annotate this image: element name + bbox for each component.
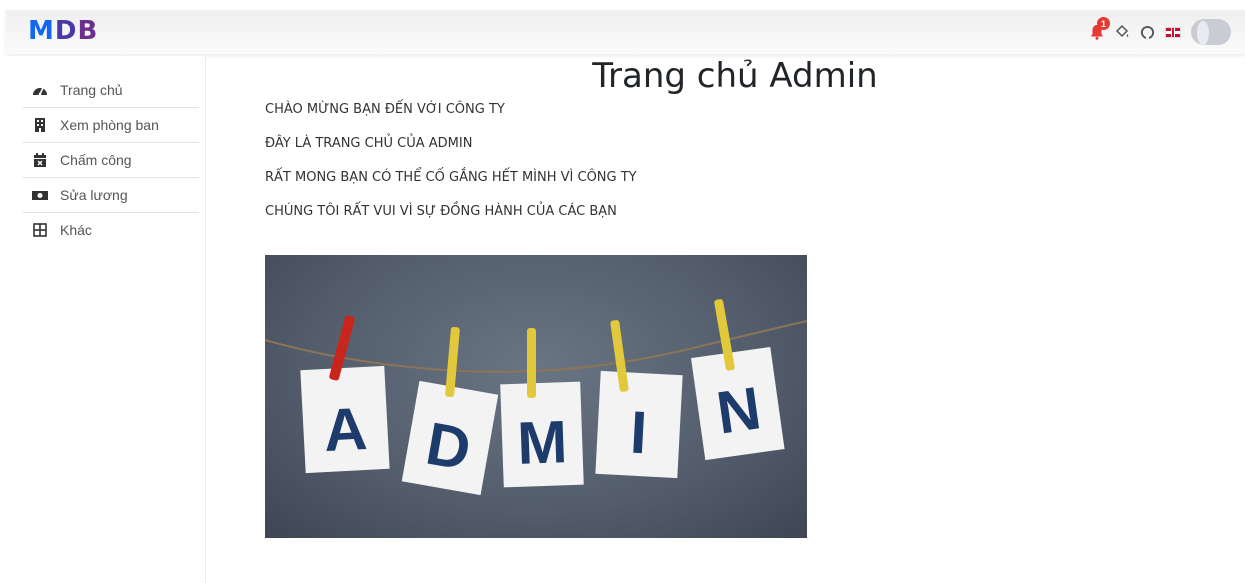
building-icon (35, 118, 45, 132)
banner-card-a: A (300, 365, 390, 474)
sidebar: Trang chủ Xem phòng ban Chấm công Sửa lư… (6, 56, 206, 583)
companion-message: CHÚNG TÔI RẤT VUI VÌ SỰ ĐỒNG HÀNH CỦA CÁ… (265, 204, 617, 219)
main-content: Trang chủ Admin CHÀO MỪNG BẠN ĐẾN VỚI CÔ… (205, 56, 1245, 583)
bell-icon[interactable]: 1 (1090, 17, 1110, 40)
sidebar-item-sua-luong[interactable]: Sửa lương (22, 178, 199, 213)
admin-home-message: ĐÂY LÀ TRANG CHỦ CỦA ADMIN (265, 136, 473, 151)
notification-badge: 1 (1097, 17, 1110, 30)
sidebar-item-label: Chấm công (60, 152, 132, 168)
welcome-message: CHÀO MỪNG BẠN ĐẾN VỚI CÔNG TY (265, 102, 505, 117)
sidebar-item-trang-chu[interactable]: Trang chủ (22, 73, 199, 108)
navbar-icons: 1 (1080, 16, 1231, 48)
sidebar-item-label: Sửa lương (60, 187, 128, 203)
banner-card-i: I (595, 370, 683, 479)
sidebar-item-label: Xem phòng ban (60, 117, 159, 133)
sidebar-item-khac[interactable]: Khác (22, 213, 199, 247)
grid-icon (33, 223, 47, 237)
banner-letter: M (516, 408, 568, 477)
money-icon (32, 191, 48, 200)
banner-letter: A (322, 395, 369, 464)
github-icon[interactable] (1140, 25, 1155, 40)
banner-card-d: D (401, 380, 499, 496)
banner-card-n: N (691, 346, 785, 461)
mdb-logo[interactable]: MDB (28, 16, 98, 46)
sidebar-item-cham-cong[interactable]: Chấm công (22, 143, 199, 178)
avatar[interactable] (1191, 19, 1231, 45)
effort-message: RẤT MONG BẠN CÓ THỂ CỐ GẮNG HẾT MÌNH VÌ … (265, 170, 637, 185)
admin-banner-image: A D M I N (265, 255, 807, 538)
page-title: Trang chủ Admin (592, 56, 878, 96)
top-navbar: MDB 1 (6, 10, 1245, 54)
sidebar-item-label: Khác (60, 222, 92, 238)
sidebar-item-label: Trang chủ (60, 82, 123, 98)
banner-letter: N (713, 374, 765, 446)
dashboard-icon (33, 87, 47, 96)
banner-card-m: M (500, 381, 584, 488)
sidebar-item-xem-phong-ban[interactable]: Xem phòng ban (22, 108, 199, 143)
calendar-icon (34, 153, 46, 167)
banner-letter: I (629, 399, 649, 467)
paint-bucket-icon[interactable] (1114, 24, 1130, 40)
uk-flag-icon[interactable] (1165, 26, 1181, 38)
